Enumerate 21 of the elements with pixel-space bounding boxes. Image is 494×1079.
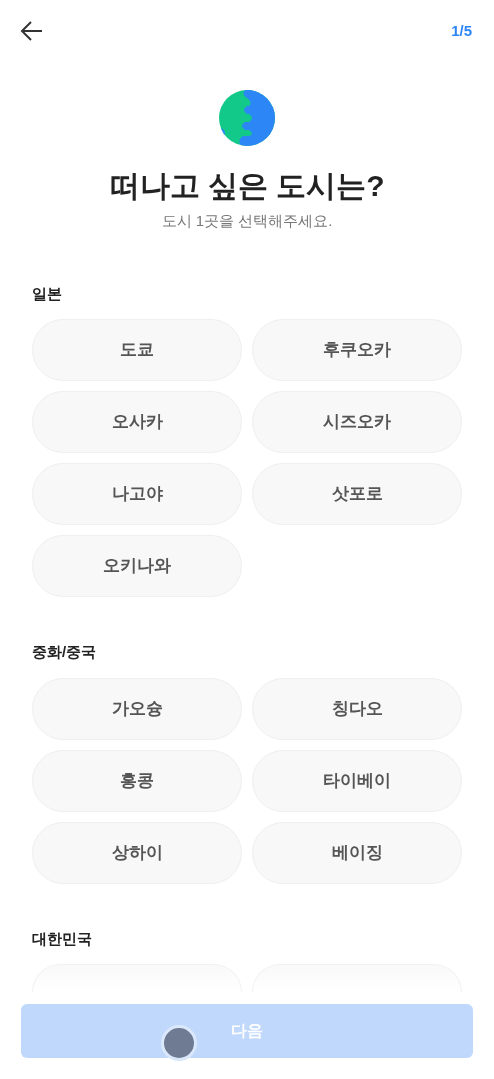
city-option[interactable]: 타이베이 <box>252 749 462 812</box>
city-option[interactable]: 삿포로 <box>252 463 462 525</box>
page-title: 떠나고 싶은 도시는? <box>109 168 385 204</box>
globe-icon <box>219 90 275 146</box>
city-option[interactable]: 가오슝 <box>32 677 242 740</box>
city-option[interactable]: 도쿄 <box>32 319 242 381</box>
city-option[interactable]: 나고야 <box>32 463 242 525</box>
step-counter: 1/5 <box>451 20 473 41</box>
section-heading: 중화/중국 <box>32 642 98 662</box>
city-option[interactable]: 상하이 <box>32 821 242 884</box>
section-heading: 일본 <box>32 283 63 304</box>
city-option[interactable]: 칭다오 <box>252 677 462 740</box>
city-option[interactable]: 시즈오카 <box>252 391 462 453</box>
back-arrow-icon[interactable] <box>20 20 44 42</box>
city-option[interactable]: 오키나와 <box>32 535 242 597</box>
city-option[interactable]: 홍콩 <box>32 749 242 812</box>
city-option[interactable]: 후쿠오카 <box>252 319 462 381</box>
page-subtitle: 도시 1곳을 선택해주세요. <box>161 211 333 231</box>
city-option[interactable]: 오사카 <box>32 391 242 453</box>
section-heading: 대한민국 <box>32 928 93 949</box>
city-option[interactable]: 베이징 <box>252 821 462 884</box>
